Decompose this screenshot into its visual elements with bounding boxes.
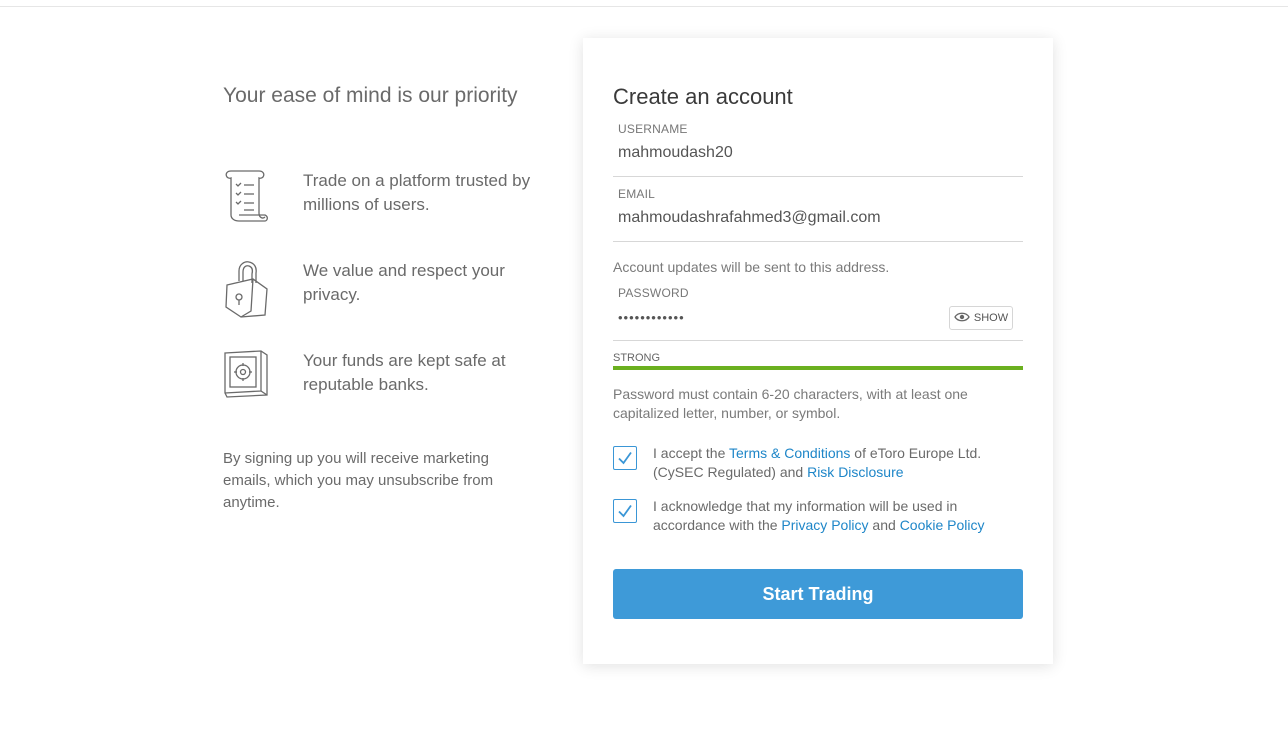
- safe-vault-icon: [223, 349, 269, 403]
- email-input[interactable]: [618, 209, 998, 227]
- show-password-label: SHOW: [973, 312, 1009, 324]
- privacy-checkbox[interactable]: [613, 499, 637, 523]
- feature-privacy-text: We value and respect your privacy.: [303, 261, 505, 304]
- password-field[interactable]: PASSWORD •••••••••••• SHOW: [613, 286, 1023, 341]
- terms-checkbox[interactable]: [613, 446, 637, 470]
- email-label: EMAIL: [618, 187, 656, 201]
- marketing-notice: By signing up you will receive marketing…: [223, 450, 494, 511]
- privacy-consent-row: I acknowledge that my information will b…: [613, 497, 1023, 537]
- username-input[interactable]: [618, 144, 938, 162]
- password-label: PASSWORD: [618, 286, 689, 300]
- privacy-text-mid: and: [868, 517, 900, 533]
- password-strength-bar: [613, 366, 1023, 370]
- feature-privacy: We value and respect your privacy.: [223, 259, 553, 319]
- email-field[interactable]: EMAIL: [613, 187, 1023, 242]
- benefits-title: Your ease of mind is our priority: [223, 84, 518, 107]
- terms-text-pre: I accept the: [653, 445, 730, 461]
- signup-card: Create an account USERNAME EMAIL Account…: [583, 38, 1053, 664]
- feature-trusted-text: Trade on a platform trusted by millions …: [303, 171, 531, 214]
- cookie-policy-link[interactable]: Cookie Policy: [900, 517, 985, 533]
- username-field[interactable]: USERNAME: [613, 122, 1023, 177]
- show-password-button[interactable]: SHOW: [949, 306, 1013, 330]
- terms-conditions-link[interactable]: Terms & Conditions: [729, 445, 850, 461]
- scroll-checklist-icon: [223, 169, 269, 223]
- privacy-text: I acknowledge that my information will b…: [653, 497, 1013, 535]
- feature-funds-text: Your funds are kept safe at reputable ba…: [303, 351, 506, 394]
- top-divider: [0, 6, 1288, 7]
- terms-consent-row: I accept the Terms & Conditions of eToro…: [613, 444, 1023, 484]
- risk-disclosure-link[interactable]: Risk Disclosure: [807, 464, 903, 480]
- form-title: Create an account: [613, 84, 793, 109]
- feature-funds: Your funds are kept safe at reputable ba…: [223, 349, 553, 409]
- password-input[interactable]: ••••••••••••: [618, 310, 938, 325]
- eye-icon: [954, 312, 970, 325]
- feature-trusted: Trade on a platform trusted by millions …: [223, 169, 553, 229]
- username-label: USERNAME: [618, 122, 688, 136]
- start-trading-button[interactable]: Start Trading: [613, 569, 1023, 619]
- email-hint: Account updates will be sent to this add…: [613, 259, 890, 275]
- privacy-policy-link[interactable]: Privacy Policy: [781, 517, 868, 533]
- padlock-icon: [223, 259, 269, 318]
- password-requirements: Password must contain 6-20 characters, w…: [613, 386, 968, 421]
- terms-text: I accept the Terms & Conditions of eToro…: [653, 444, 1013, 482]
- benefits-panel: Your ease of mind is our priority Trade …: [223, 80, 553, 511]
- password-strength-label: STRONG: [613, 352, 661, 364]
